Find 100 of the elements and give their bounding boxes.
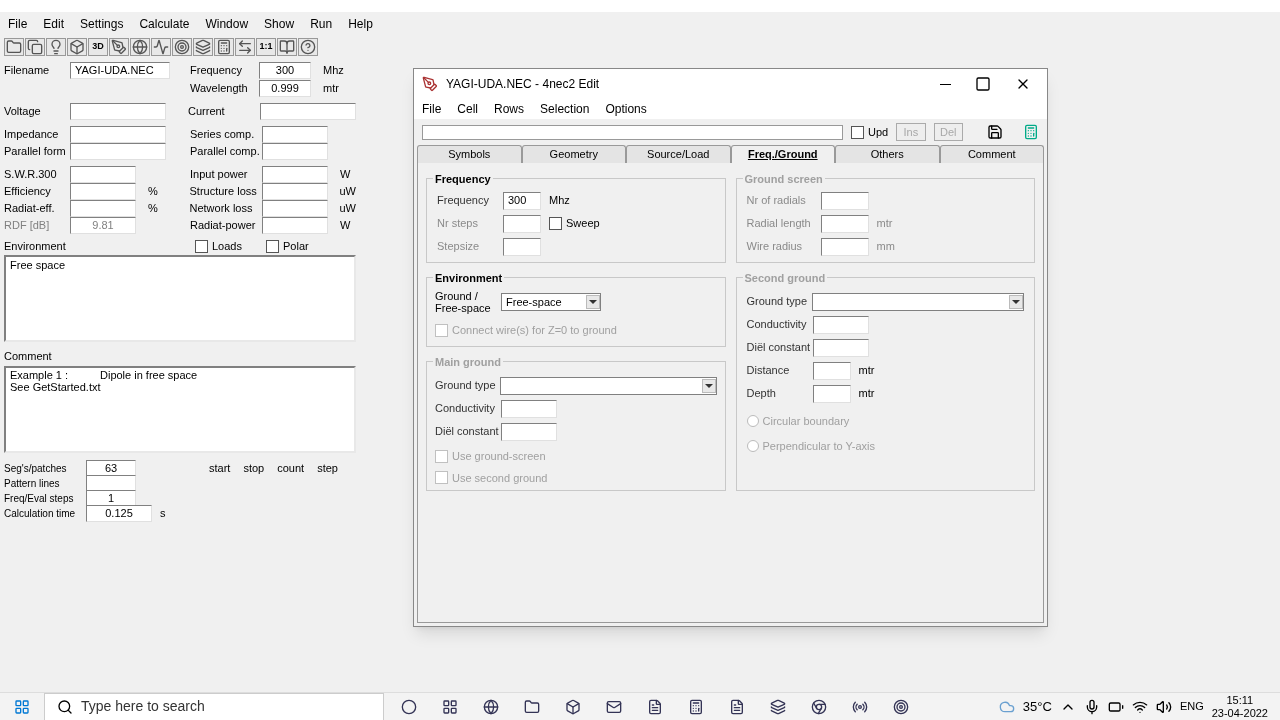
text-field[interactable] (812, 338, 869, 357)
toolbar-button[interactable] (193, 38, 213, 56)
text-field[interactable] (820, 237, 869, 256)
text-field[interactable] (503, 237, 541, 256)
toolbar-button[interactable] (172, 38, 192, 56)
text-field[interactable] (501, 399, 557, 418)
tab[interactable]: Freq./Ground (730, 145, 835, 163)
checkbox[interactable] (549, 217, 562, 230)
environment-text-area[interactable]: Free space (4, 255, 356, 342)
toolbar-button[interactable] (298, 38, 318, 56)
text-field[interactable]: 300 (259, 62, 311, 79)
toolbar-button[interactable] (109, 38, 129, 56)
tab[interactable]: Geometry (521, 145, 626, 163)
checkbox-label: Connect wire(s) for Z=0 to ground (452, 323, 617, 338)
text-field[interactable] (262, 126, 328, 143)
text-field[interactable] (70, 103, 166, 120)
text-field[interactable] (812, 315, 869, 334)
menu-item[interactable]: Rows (494, 100, 525, 118)
menu-item[interactable]: File (8, 15, 28, 33)
menu-item[interactable]: Selection (540, 100, 590, 118)
toolbar-button[interactable]: 1:1 (256, 38, 276, 56)
tab[interactable]: Source/Load (626, 145, 731, 163)
field-label: Radiat-power (190, 218, 257, 234)
menu-item[interactable]: Window (205, 15, 249, 33)
clock-date[interactable]: 23-04-2022 (1211, 706, 1268, 720)
field-label: Seg's/patches (4, 461, 68, 476)
text-field[interactable] (70, 166, 136, 183)
toolbar-button[interactable] (67, 38, 87, 56)
toolbar-button[interactable] (235, 38, 255, 56)
text-field[interactable] (261, 200, 328, 217)
field-label: S.W.R.300 (4, 167, 58, 183)
clock-time[interactable]: 15:11 (1226, 693, 1254, 707)
field-label: Diël constant (435, 424, 500, 440)
toolbar-button[interactable] (130, 38, 150, 56)
toolbar-button[interactable] (25, 38, 45, 56)
toolbar-button[interactable] (151, 38, 171, 56)
text-field[interactable] (503, 214, 541, 233)
unit-label: % (148, 184, 158, 200)
text-field[interactable] (70, 143, 166, 160)
text-field[interactable] (262, 217, 328, 234)
checkbox[interactable] (195, 239, 208, 253)
dropdown-arrow-icon (589, 300, 597, 304)
field-label: Efficiency (4, 184, 52, 200)
text-field[interactable] (820, 214, 869, 233)
section-label: Environment (4, 238, 67, 254)
tab[interactable]: Comment (939, 145, 1044, 163)
toolbar-button[interactable] (4, 38, 24, 56)
text-field[interactable] (812, 361, 851, 380)
tab[interactable]: Others (835, 145, 940, 163)
text-field[interactable] (501, 422, 557, 441)
menu-item[interactable]: Calculate (139, 15, 190, 33)
toolbar-button[interactable] (46, 38, 66, 56)
toolbar-button[interactable]: 3D (88, 38, 108, 56)
field-label: Voltage (4, 104, 42, 120)
layers-icon (195, 39, 211, 55)
checkbox-label: Use second ground (452, 470, 548, 486)
menu-item[interactable]: File (422, 100, 442, 118)
tab[interactable]: Symbols (417, 145, 522, 163)
menu-item[interactable]: Show (264, 15, 295, 33)
column-label: step (317, 460, 338, 476)
menu-item[interactable]: Cell (457, 100, 478, 118)
maximize-icon (975, 76, 991, 92)
text-field[interactable] (820, 191, 869, 210)
menu-item[interactable]: Options (605, 100, 647, 118)
menu-item[interactable]: Settings (80, 15, 124, 33)
text-field[interactable] (262, 143, 328, 160)
menu-item[interactable]: Run (310, 15, 333, 33)
column-label: count (277, 460, 305, 476)
search-field[interactable]: Type here to search (44, 692, 384, 720)
cell-edit-field[interactable] (422, 124, 843, 140)
toolbar-button[interactable] (214, 38, 234, 56)
menu-item[interactable]: Edit (43, 15, 65, 33)
text-field[interactable] (70, 183, 136, 200)
minimize-icon[interactable] (940, 83, 951, 85)
circle-icon (400, 698, 417, 715)
text-field[interactable] (260, 103, 356, 120)
text-field[interactable] (812, 384, 851, 403)
comment-text-area[interactable]: Example 1 : Dipole in free space See GetStarted.txt (4, 365, 356, 453)
weather-text[interactable]: 35°C (1022, 696, 1052, 717)
text-field[interactable]: 300 (503, 191, 541, 210)
save-icon (987, 124, 1003, 140)
text-field[interactable] (261, 183, 328, 200)
language-indicator[interactable]: ENG (1179, 698, 1204, 715)
help-icon (300, 39, 316, 55)
dropdown[interactable]: Free-space (501, 293, 601, 311)
dropdown[interactable] (500, 376, 717, 395)
text-field[interactable] (262, 166, 328, 183)
text-field[interactable]: YAGI-UDA.NEC (70, 62, 170, 79)
checkbox[interactable] (851, 125, 864, 139)
menu-item[interactable]: Help (348, 15, 373, 33)
text-field[interactable]: 0.125 (86, 504, 152, 522)
toolbar-button[interactable] (277, 38, 297, 56)
text-field[interactable] (70, 126, 166, 143)
unit-label: W (340, 218, 351, 234)
task-view-icon (441, 698, 458, 715)
text-field[interactable] (70, 200, 136, 217)
text-field[interactable]: 0.999 (259, 80, 311, 97)
search-icon (57, 698, 73, 715)
checkbox[interactable] (266, 239, 279, 253)
dropdown[interactable] (811, 292, 1024, 311)
